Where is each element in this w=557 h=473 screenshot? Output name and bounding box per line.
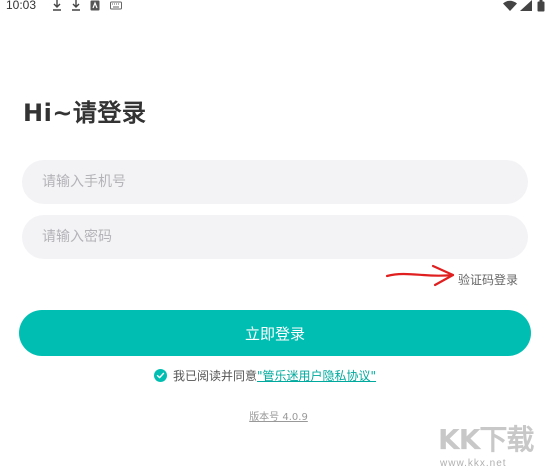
annotation-arrow-icon	[385, 262, 457, 292]
keyboard-icon	[110, 0, 122, 11]
sms-login-link[interactable]: 验证码登录	[458, 271, 518, 288]
watermark-logo: KK下载	[438, 423, 534, 456]
version-label: 版本号 4.0.9	[249, 412, 308, 423]
agreement-row: 我已阅读并同意 "管乐迷用户隐私协议"	[154, 366, 376, 384]
login-button[interactable]: 立即登录	[19, 310, 531, 356]
signal-icon	[520, 0, 532, 11]
wifi-icon	[503, 0, 517, 11]
page-title: Hi~请登录	[23, 99, 147, 127]
password-input[interactable]	[22, 215, 528, 259]
status-bar: 10:03	[0, 0, 557, 14]
agreement-text: 我已阅读并同意	[173, 368, 258, 383]
download-icon	[52, 0, 62, 11]
privacy-agreement-link[interactable]: "管乐迷用户隐私协议"	[257, 367, 376, 384]
app-notification-icon	[90, 0, 100, 11]
watermark: KK下载 www.kkx.net	[438, 418, 556, 473]
watermark-url: www.kkx.net	[440, 458, 507, 469]
agreement-checkbox-icon[interactable]	[154, 368, 167, 382]
phone-input[interactable]	[22, 160, 528, 204]
battery-icon	[537, 0, 545, 12]
download-icon	[71, 0, 81, 11]
status-time: 10:03	[6, 0, 37, 12]
